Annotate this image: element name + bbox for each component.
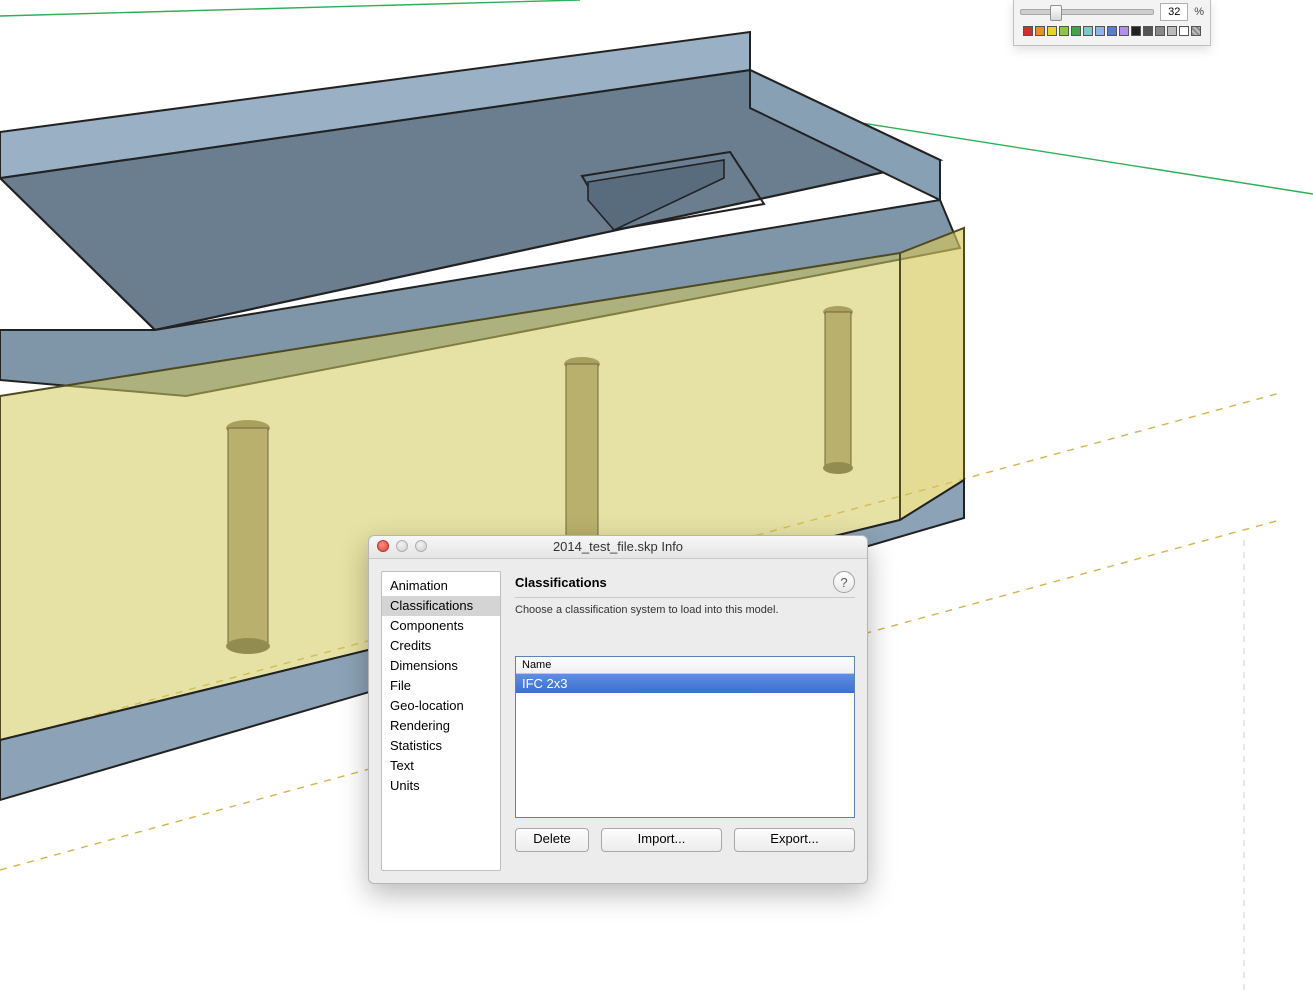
sidebar-item-dimensions[interactable]: Dimensions [382, 656, 500, 676]
model-info-dialog: 2014_test_file.skp Info AnimationClassif… [368, 535, 868, 884]
close-icon[interactable] [377, 540, 389, 552]
color-swatch[interactable] [1083, 26, 1093, 36]
color-swatch[interactable] [1047, 26, 1057, 36]
classifications-panel: Classifications ? Choose a classificatio… [515, 571, 855, 871]
color-swatch[interactable] [1143, 26, 1153, 36]
sidebar-item-credits[interactable]: Credits [382, 636, 500, 656]
dialog-title: 2014_test_file.skp Info [553, 539, 683, 554]
opacity-slider-knob[interactable] [1050, 5, 1062, 21]
color-swatch[interactable] [1035, 26, 1045, 36]
opacity-unit-label: % [1194, 6, 1204, 18]
color-swatch[interactable] [1107, 26, 1117, 36]
opacity-value-field[interactable]: 32 [1160, 3, 1188, 21]
color-swatch[interactable] [1167, 26, 1177, 36]
model-info-sidebar: AnimationClassificationsComponentsCredit… [381, 571, 501, 871]
sidebar-item-geo-location[interactable]: Geo-location [382, 696, 500, 716]
sidebar-item-units[interactable]: Units [382, 776, 500, 796]
delete-button[interactable]: Delete [515, 828, 589, 852]
color-swatch[interactable] [1131, 26, 1141, 36]
sidebar-item-rendering[interactable]: Rendering [382, 716, 500, 736]
sidebar-item-components[interactable]: Components [382, 616, 500, 636]
sidebar-item-text[interactable]: Text [382, 756, 500, 776]
color-swatch[interactable] [1191, 26, 1201, 36]
classification-row[interactable]: IFC 2x3 [516, 674, 854, 693]
materials-opacity-palette: 32 % [1013, 0, 1211, 46]
color-swatch[interactable] [1095, 26, 1105, 36]
color-swatch[interactable] [1059, 26, 1069, 36]
color-swatch[interactable] [1155, 26, 1165, 36]
color-swatch[interactable] [1023, 26, 1033, 36]
panel-description: Choose a classification system to load i… [515, 604, 855, 616]
color-swatch[interactable] [1071, 26, 1081, 36]
help-icon[interactable]: ? [833, 571, 855, 593]
panel-title: Classifications [515, 575, 607, 590]
minimize-icon[interactable] [396, 540, 408, 552]
opacity-slider[interactable] [1020, 9, 1154, 15]
sidebar-item-classifications[interactable]: Classifications [382, 596, 500, 616]
zoom-icon[interactable] [415, 540, 427, 552]
dialog-titlebar[interactable]: 2014_test_file.skp Info [369, 536, 867, 559]
import-button[interactable]: Import... [601, 828, 722, 852]
sidebar-item-file[interactable]: File [382, 676, 500, 696]
sidebar-item-statistics[interactable]: Statistics [382, 736, 500, 756]
list-header-name[interactable]: Name [516, 657, 854, 674]
sidebar-item-animation[interactable]: Animation [382, 576, 500, 596]
color-swatches [1023, 26, 1201, 36]
export-button[interactable]: Export... [734, 828, 855, 852]
color-swatch[interactable] [1119, 26, 1129, 36]
color-swatch[interactable] [1179, 26, 1189, 36]
classification-list[interactable]: Name IFC 2x3 [515, 656, 855, 818]
window-traffic-lights [377, 540, 427, 552]
